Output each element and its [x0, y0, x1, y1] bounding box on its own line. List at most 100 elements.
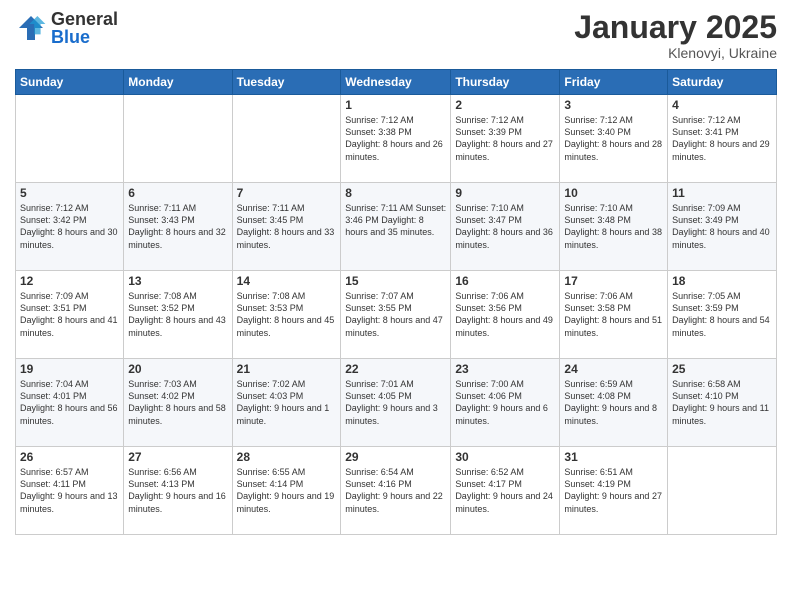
day-cell: 19Sunrise: 7:04 AM Sunset: 4:01 PM Dayli…	[16, 359, 124, 447]
day-cell: 25 Sunrise: 6:58 AM Sunset: 4:10 PM Dayli…	[668, 359, 777, 447]
day-number: 22	[345, 362, 446, 376]
day-info: Sunrise: 7:09 AM Sunset: 3:49 PM Dayligh…	[672, 202, 772, 251]
day-cell: 14 Sunrise: 7:08 AM Sunset: 3:53 PM Dayli…	[232, 271, 341, 359]
day-number: 29	[345, 450, 446, 464]
day-cell: 12Sunrise: 7:09 AM Sunset: 3:51 PM Dayli…	[16, 271, 124, 359]
month-title: January 2025	[574, 10, 777, 45]
day-number: 15	[345, 274, 446, 288]
day-cell: 10Sunrise: 7:10 AM Sunset: 3:48 PM Dayli…	[560, 183, 668, 271]
week-row-5: 26Sunrise: 6:57 AM Sunset: 4:11 PM Dayli…	[16, 447, 777, 535]
day-cell	[232, 95, 341, 183]
day-cell: 30 Sunrise: 6:52 AM Sunset: 4:17 PM Dayli…	[451, 447, 560, 535]
day-cell: 4 Sunrise: 7:12 AM Sunset: 3:41 PM Daylig…	[668, 95, 777, 183]
col-saturday: Saturday	[668, 70, 777, 95]
day-cell: 9Sunrise: 7:10 AM Sunset: 3:47 PM Daylig…	[451, 183, 560, 271]
day-number: 7	[237, 186, 337, 200]
day-number: 14	[237, 274, 337, 288]
day-info: Sunrise: 7:06 AM Sunset: 3:58 PM Dayligh…	[564, 290, 663, 339]
col-friday: Friday	[560, 70, 668, 95]
week-row-2: 5 Sunrise: 7:12 AM Sunset: 3:42 PM Daylig…	[16, 183, 777, 271]
day-number: 31	[564, 450, 663, 464]
day-info: Sunrise: 7:11 AM Sunset: 3:45 PM Dayligh…	[237, 202, 337, 251]
day-number: 10	[564, 186, 663, 200]
day-number: 24	[564, 362, 663, 376]
day-cell: 26Sunrise: 6:57 AM Sunset: 4:11 PM Dayli…	[16, 447, 124, 535]
day-info: Sunrise: 6:54 AM Sunset: 4:16 PM Dayligh…	[345, 466, 446, 515]
week-row-1: 1Sunrise: 7:12 AM Sunset: 3:38 PM Daylig…	[16, 95, 777, 183]
day-number: 9	[455, 186, 555, 200]
day-number: 3	[564, 98, 663, 112]
day-cell: 17 Sunrise: 7:06 AM Sunset: 3:58 PM Dayli…	[560, 271, 668, 359]
day-cell: 3 Sunrise: 7:12 AM Sunset: 3:40 PM Daylig…	[560, 95, 668, 183]
day-info: Sunrise: 6:52 AM Sunset: 4:17 PM Dayligh…	[455, 466, 555, 515]
day-number: 18	[672, 274, 772, 288]
day-info: Sunrise: 7:12 AM Sunset: 3:41 PM Dayligh…	[672, 114, 772, 163]
day-info: Sunrise: 7:12 AM Sunset: 3:38 PM Dayligh…	[345, 114, 446, 163]
day-info: Sunrise: 7:12 AM Sunset: 3:42 PM Dayligh…	[20, 202, 119, 251]
day-cell: 28 Sunrise: 6:55 AM Sunset: 4:14 PM Dayli…	[232, 447, 341, 535]
day-cell: 23 Sunrise: 7:00 AM Sunset: 4:06 PM Dayli…	[451, 359, 560, 447]
logo-blue: Blue	[51, 28, 118, 46]
week-row-3: 12Sunrise: 7:09 AM Sunset: 3:51 PM Dayli…	[16, 271, 777, 359]
title-block: January 2025 Klenovyi, Ukraine	[574, 10, 777, 61]
col-wednesday: Wednesday	[341, 70, 451, 95]
day-number: 20	[128, 362, 227, 376]
day-cell	[16, 95, 124, 183]
location: Klenovyi, Ukraine	[574, 45, 777, 61]
day-cell: 21Sunrise: 7:02 AM Sunset: 4:03 PM Dayli…	[232, 359, 341, 447]
day-info: Sunrise: 7:07 AM Sunset: 3:55 PM Dayligh…	[345, 290, 446, 339]
day-cell: 2Sunrise: 7:12 AM Sunset: 3:39 PM Daylig…	[451, 95, 560, 183]
day-info: Sunrise: 6:56 AM Sunset: 4:13 PM Dayligh…	[128, 466, 227, 515]
day-info: Sunrise: 7:03 AM Sunset: 4:02 PM Dayligh…	[128, 378, 227, 427]
day-number: 25	[672, 362, 772, 376]
logo-text: General Blue	[51, 10, 118, 46]
day-cell: 20 Sunrise: 7:03 AM Sunset: 4:02 PM Dayli…	[124, 359, 232, 447]
day-cell: 8 Sunrise: 7:11 AM Sunset: 3:46 PM Daylig…	[341, 183, 451, 271]
day-number: 23	[455, 362, 555, 376]
col-sunday: Sunday	[16, 70, 124, 95]
day-info: Sunrise: 7:08 AM Sunset: 3:53 PM Dayligh…	[237, 290, 337, 339]
day-cell: 1Sunrise: 7:12 AM Sunset: 3:38 PM Daylig…	[341, 95, 451, 183]
day-cell: 27 Sunrise: 6:56 AM Sunset: 4:13 PM Dayli…	[124, 447, 232, 535]
day-cell: 16 Sunrise: 7:06 AM Sunset: 3:56 PM Dayli…	[451, 271, 560, 359]
day-info: Sunrise: 7:12 AM Sunset: 3:40 PM Dayligh…	[564, 114, 663, 163]
day-cell: 22 Sunrise: 7:01 AM Sunset: 4:05 PM Dayli…	[341, 359, 451, 447]
day-cell: 5 Sunrise: 7:12 AM Sunset: 3:42 PM Daylig…	[16, 183, 124, 271]
logo-icon	[15, 12, 47, 44]
day-cell: 24Sunrise: 6:59 AM Sunset: 4:08 PM Dayli…	[560, 359, 668, 447]
day-info: Sunrise: 7:11 AM Sunset: 3:46 PM Dayligh…	[345, 202, 446, 238]
day-number: 27	[128, 450, 227, 464]
day-info: Sunrise: 6:57 AM Sunset: 4:11 PM Dayligh…	[20, 466, 119, 515]
day-info: Sunrise: 7:11 AM Sunset: 3:43 PM Dayligh…	[128, 202, 227, 251]
day-cell: 7 Sunrise: 7:11 AM Sunset: 3:45 PM Daylig…	[232, 183, 341, 271]
day-number: 5	[20, 186, 119, 200]
day-number: 30	[455, 450, 555, 464]
col-thursday: Thursday	[451, 70, 560, 95]
day-number: 16	[455, 274, 555, 288]
day-number: 11	[672, 186, 772, 200]
col-monday: Monday	[124, 70, 232, 95]
day-cell: 29 Sunrise: 6:54 AM Sunset: 4:16 PM Dayli…	[341, 447, 451, 535]
day-info: Sunrise: 7:00 AM Sunset: 4:06 PM Dayligh…	[455, 378, 555, 427]
day-number: 2	[455, 98, 555, 112]
day-cell: 31 Sunrise: 6:51 AM Sunset: 4:19 PM Dayli…	[560, 447, 668, 535]
day-info: Sunrise: 7:02 AM Sunset: 4:03 PM Dayligh…	[237, 378, 337, 427]
day-info: Sunrise: 7:05 AM Sunset: 3:59 PM Dayligh…	[672, 290, 772, 339]
day-number: 17	[564, 274, 663, 288]
day-number: 8	[345, 186, 446, 200]
day-cell: 18 Sunrise: 7:05 AM Sunset: 3:59 PM Dayli…	[668, 271, 777, 359]
day-number: 6	[128, 186, 227, 200]
day-cell	[668, 447, 777, 535]
day-info: Sunrise: 7:08 AM Sunset: 3:52 PM Dayligh…	[128, 290, 227, 339]
day-info: Sunrise: 6:51 AM Sunset: 4:19 PM Dayligh…	[564, 466, 663, 515]
day-info: Sunrise: 7:01 AM Sunset: 4:05 PM Dayligh…	[345, 378, 446, 427]
calendar: Sunday Monday Tuesday Wednesday Thursday…	[15, 69, 777, 535]
week-row-4: 19Sunrise: 7:04 AM Sunset: 4:01 PM Dayli…	[16, 359, 777, 447]
day-number: 28	[237, 450, 337, 464]
day-info: Sunrise: 7:06 AM Sunset: 3:56 PM Dayligh…	[455, 290, 555, 339]
day-cell: 11 Sunrise: 7:09 AM Sunset: 3:49 PM Dayli…	[668, 183, 777, 271]
day-info: Sunrise: 6:55 AM Sunset: 4:14 PM Dayligh…	[237, 466, 337, 515]
day-number: 4	[672, 98, 772, 112]
day-info: Sunrise: 6:58 AM Sunset: 4:10 PM Dayligh…	[672, 378, 772, 427]
day-cell: 15 Sunrise: 7:07 AM Sunset: 3:55 PM Dayli…	[341, 271, 451, 359]
